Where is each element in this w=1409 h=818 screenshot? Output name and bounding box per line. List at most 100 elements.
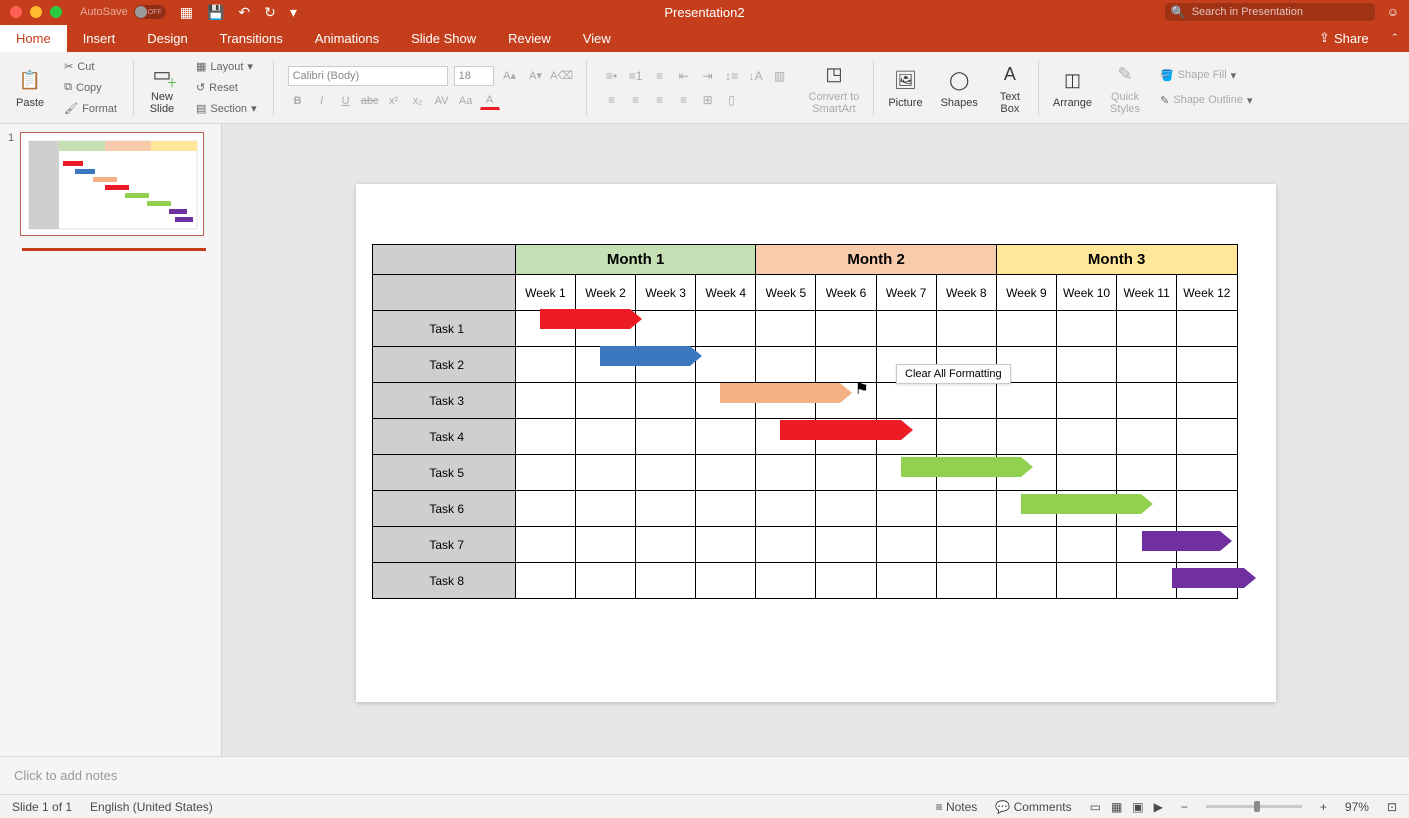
distribute-button[interactable]: ⊞: [697, 91, 719, 109]
qat-dropdown-icon[interactable]: ▾: [290, 4, 297, 21]
quick-styles-button[interactable]: ✎Quick Styles: [1110, 61, 1140, 115]
smartart-icon: ◳: [820, 61, 848, 89]
new-slide-button[interactable]: ▭＋ New Slide: [148, 61, 176, 115]
arrange-button[interactable]: ◫Arrange: [1053, 67, 1092, 109]
file-icon[interactable]: ▦: [180, 4, 193, 21]
align-right-button[interactable]: ≡: [649, 91, 671, 109]
save-icon[interactable]: 💾: [207, 4, 224, 21]
font-family-select[interactable]: Calibri (Body): [288, 66, 448, 86]
paste-button[interactable]: 📋 Paste: [16, 67, 44, 109]
tab-review[interactable]: Review: [492, 25, 567, 52]
layout-button[interactable]: ▦Layout▾: [194, 59, 255, 74]
increase-font-icon[interactable]: A▴: [500, 67, 520, 85]
line-spacing-button[interactable]: ↕≡: [721, 67, 743, 85]
underline-button[interactable]: U: [336, 92, 356, 110]
convert-smartart-button[interactable]: ◳ Convert to SmartArt: [809, 61, 860, 115]
case-button[interactable]: Aa: [456, 92, 476, 110]
search-icon: 🔍: [1171, 5, 1186, 19]
slide-canvas[interactable]: Month 1 Month 2 Month 3 Week 1 Week 2 We…: [356, 184, 1276, 702]
maximize-window-button[interactable]: [50, 6, 62, 18]
bucket-icon: 🪣: [1160, 69, 1174, 82]
numbering-button[interactable]: ≡1: [625, 67, 647, 85]
reading-view-icon[interactable]: ▣: [1132, 800, 1143, 814]
close-window-button[interactable]: [10, 6, 22, 18]
tab-design[interactable]: Design: [131, 25, 203, 52]
search-box[interactable]: 🔍: [1165, 3, 1375, 21]
shape-outline-button[interactable]: ✎Shape Outline▾: [1158, 93, 1254, 108]
main-area: 1: [0, 124, 1409, 756]
autosave-control[interactable]: AutoSave OFF: [80, 5, 166, 19]
slide-thumbnail-1[interactable]: [20, 132, 204, 236]
bold-button[interactable]: B: [288, 92, 308, 110]
month-header-3: Month 3: [996, 245, 1237, 275]
redo-icon[interactable]: ↻: [264, 4, 276, 21]
slide-counter[interactable]: Slide 1 of 1: [12, 800, 72, 814]
strikethrough-button[interactable]: abc: [360, 92, 380, 110]
font-color-button[interactable]: A: [480, 92, 500, 110]
clear-formatting-icon[interactable]: A⌫: [552, 67, 572, 85]
font-size-select[interactable]: 18: [454, 66, 494, 86]
highlight-button[interactable]: AV: [432, 92, 452, 110]
comments-toggle[interactable]: 💬 Comments: [995, 800, 1071, 814]
decrease-indent-button[interactable]: ⇤: [673, 67, 695, 85]
collapse-ribbon-button[interactable]: ˆ: [1381, 25, 1409, 52]
superscript-button[interactable]: x²: [384, 92, 404, 110]
align-text-button[interactable]: ▯: [721, 91, 743, 109]
slideshow-view-icon[interactable]: ▶: [1154, 800, 1163, 814]
shapes-button[interactable]: ◯Shapes: [941, 67, 978, 109]
search-input[interactable]: [1192, 6, 1369, 18]
slide-thumbnails-pane[interactable]: 1: [0, 124, 222, 756]
columns-button[interactable]: ▥: [769, 67, 791, 85]
task-label: Task 7: [372, 527, 515, 563]
italic-button[interactable]: I: [312, 92, 332, 110]
format-painter-button[interactable]: 🖌Format: [62, 101, 119, 116]
zoom-level[interactable]: 97%: [1345, 800, 1369, 814]
sorter-view-icon[interactable]: ▦: [1111, 800, 1122, 814]
gantt-table[interactable]: Month 1 Month 2 Month 3 Week 1 Week 2 We…: [372, 244, 1238, 599]
fit-to-window-icon[interactable]: ⊡: [1387, 800, 1397, 814]
slide-editor[interactable]: Month 1 Month 2 Month 3 Week 1 Week 2 We…: [222, 124, 1409, 756]
zoom-in-button[interactable]: +: [1320, 800, 1327, 814]
text-direction-button[interactable]: ↓A: [745, 67, 767, 85]
shape-fill-button[interactable]: 🪣Shape Fill▾: [1158, 68, 1238, 83]
tab-slide-show[interactable]: Slide Show: [395, 25, 492, 52]
tab-transitions[interactable]: Transitions: [204, 25, 299, 52]
account-icon[interactable]: ☺: [1387, 5, 1399, 19]
section-button[interactable]: ▤Section▾: [194, 101, 259, 116]
window-controls: [10, 6, 62, 18]
week-header: Week 2: [575, 275, 635, 311]
tab-home[interactable]: Home: [0, 25, 67, 52]
normal-view-icon[interactable]: ▭: [1090, 800, 1101, 814]
week-header: Week 3: [636, 275, 696, 311]
zoom-out-button[interactable]: −: [1181, 800, 1188, 814]
notes-toggle[interactable]: ≡ Notes: [936, 800, 978, 814]
chevron-down-icon: ▾: [247, 60, 253, 73]
tab-view[interactable]: View: [567, 25, 627, 52]
language-indicator[interactable]: English (United States): [90, 800, 213, 814]
week-header: Week 8: [936, 275, 996, 311]
ribbon-tabs: Home Insert Design Transitions Animation…: [0, 24, 1409, 52]
textbox-button[interactable]: AText Box: [996, 61, 1024, 115]
cut-button[interactable]: ✂Cut: [62, 59, 96, 74]
align-left-button[interactable]: ≡: [601, 91, 623, 109]
reset-button[interactable]: ↺Reset: [194, 80, 240, 95]
minimize-window-button[interactable]: [30, 6, 42, 18]
list-level-button[interactable]: ≡: [649, 67, 671, 85]
share-button[interactable]: ⇪Share: [1307, 24, 1381, 52]
copy-button[interactable]: ⧉Copy: [62, 80, 104, 95]
subscript-button[interactable]: x₂: [408, 92, 428, 110]
justify-button[interactable]: ≡: [673, 91, 695, 109]
tab-insert[interactable]: Insert: [67, 25, 132, 52]
new-slide-icon: ▭＋: [148, 61, 176, 89]
notes-pane[interactable]: Click to add notes: [0, 756, 1409, 794]
tab-animations[interactable]: Animations: [299, 25, 395, 52]
decrease-font-icon[interactable]: A▾: [526, 67, 546, 85]
increase-indent-button[interactable]: ⇥: [697, 67, 719, 85]
picture-button[interactable]: 🖼Picture: [888, 67, 922, 109]
bullets-button[interactable]: ≡•: [601, 67, 623, 85]
autosave-toggle[interactable]: OFF: [134, 5, 166, 19]
align-center-button[interactable]: ≡: [625, 91, 647, 109]
undo-icon[interactable]: ↶: [238, 4, 250, 21]
zoom-slider[interactable]: [1206, 805, 1302, 808]
chevron-down-icon: ▾: [1231, 69, 1237, 82]
